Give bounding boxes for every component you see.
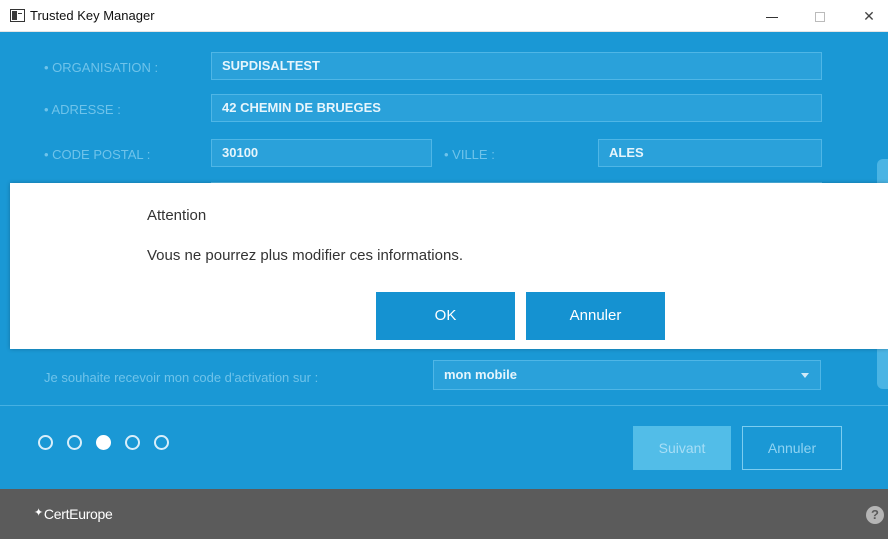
confirm-dialog: Attention Vous ne pourrez plus modifier …	[10, 183, 888, 349]
step-dot-2	[67, 435, 82, 450]
window-title: Trusted Key Manager	[30, 8, 155, 23]
activation-select[interactable]: mon mobile	[433, 360, 821, 390]
activation-select-value: mon mobile	[444, 367, 517, 382]
caret-down-icon	[801, 373, 809, 378]
maximize-icon	[815, 12, 825, 23]
step-dot-3	[96, 435, 111, 450]
ok-button[interactable]: OK	[376, 292, 515, 340]
ville-field[interactable]: ALES	[598, 139, 822, 167]
activation-label: Je souhaite recevoir mon code d'activati…	[44, 370, 319, 385]
organisation-field[interactable]: SUPDISALTEST	[211, 52, 822, 80]
step-dot-1	[38, 435, 53, 450]
code-postal-field[interactable]: 30100	[211, 139, 432, 167]
divider	[0, 405, 888, 406]
step-dot-5	[154, 435, 169, 450]
maximize-button[interactable]	[797, 0, 843, 32]
title-bar: Trusted Key Manager ✕	[0, 0, 888, 32]
cancel-button[interactable]: Annuler	[742, 426, 842, 470]
star-icon: ✦	[34, 507, 43, 519]
dialog-message: Vous ne pourrez plus modifier ces inform…	[147, 247, 463, 264]
adresse-field[interactable]: 42 CHEMIN DE BRUEGES	[211, 94, 822, 122]
close-button[interactable]: ✕	[846, 0, 888, 32]
code-postal-label: • CODE POSTAL :	[44, 147, 151, 162]
app-icon	[10, 9, 25, 22]
dialog-title: Attention	[147, 207, 207, 224]
certeurope-logo: ✦CertEurope	[34, 506, 113, 522]
next-button[interactable]: Suivant	[633, 426, 731, 470]
footer: ✦CertEurope ?	[0, 489, 888, 539]
minimize-button[interactable]	[749, 0, 795, 32]
adresse-label: • ADRESSE :	[44, 102, 121, 117]
close-icon: ✕	[863, 8, 875, 24]
ville-label: • VILLE :	[444, 147, 495, 162]
help-icon[interactable]: ?	[866, 506, 884, 524]
organisation-label: • ORGANISATION :	[44, 60, 159, 75]
minimize-icon	[766, 16, 778, 18]
dialog-cancel-button[interactable]: Annuler	[526, 292, 665, 340]
logo-text: CertEurope	[43, 506, 113, 522]
step-dot-4	[125, 435, 140, 450]
